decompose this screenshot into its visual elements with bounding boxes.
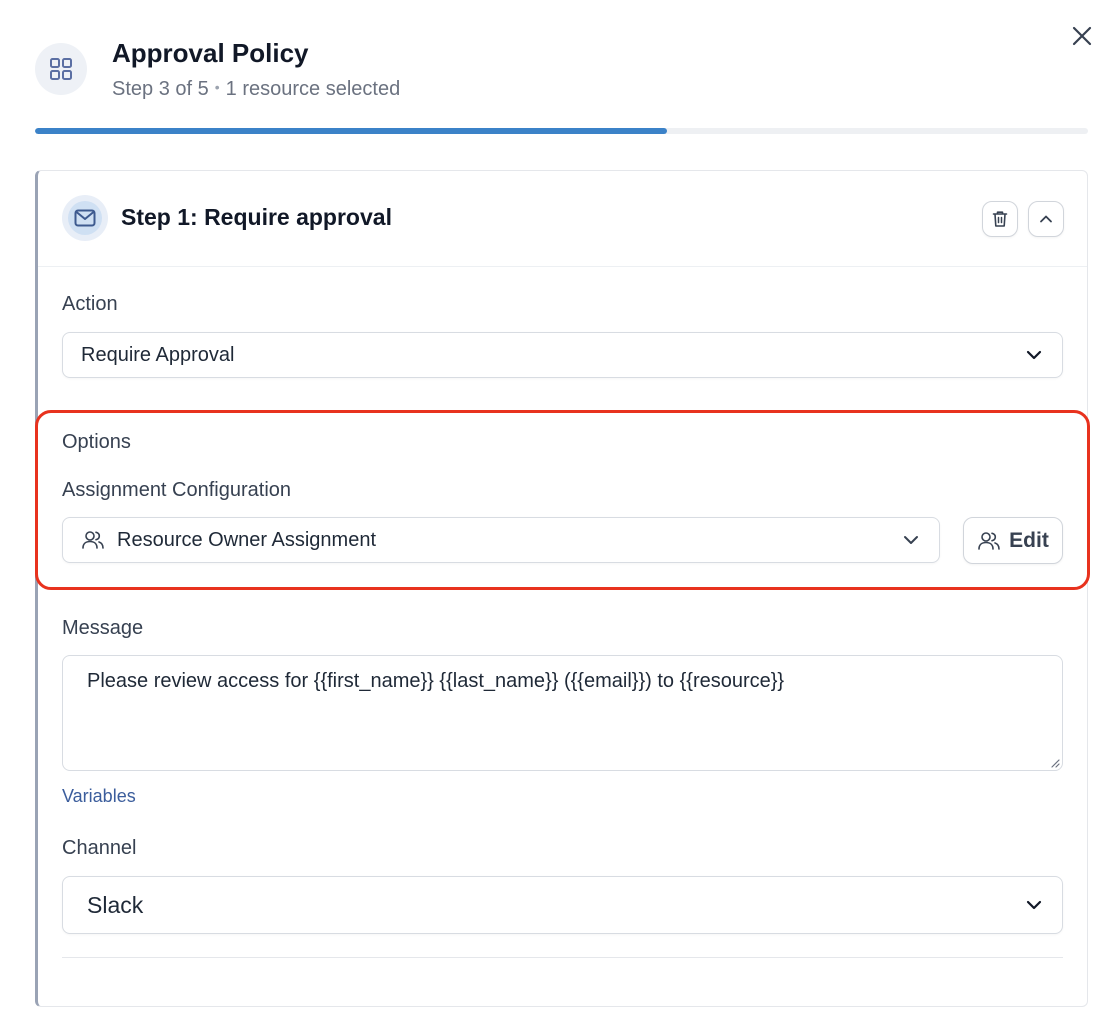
variables-link[interactable]: Variables bbox=[62, 786, 136, 807]
header-icon-container bbox=[35, 43, 87, 95]
edit-assignment-button[interactable]: Edit bbox=[963, 517, 1063, 564]
assignment-configuration-label: Assignment Configuration bbox=[62, 479, 292, 501]
mail-icon bbox=[74, 209, 96, 227]
step-icon-inner bbox=[68, 201, 102, 235]
chevron-down-icon bbox=[903, 535, 919, 545]
options-label: Options bbox=[62, 431, 131, 453]
action-select[interactable]: Require Approval bbox=[62, 332, 1063, 378]
step-icon-container bbox=[62, 195, 108, 241]
chevron-up-icon bbox=[1040, 215, 1052, 223]
page-title: Approval Policy bbox=[112, 38, 309, 68]
grid-icon bbox=[50, 58, 72, 80]
chevron-down-icon bbox=[1026, 900, 1042, 910]
resize-handle-icon[interactable] bbox=[1048, 756, 1060, 768]
delete-step-button[interactable] bbox=[982, 201, 1018, 237]
users-icon bbox=[978, 531, 1000, 550]
step-progress-text: Step 3 of 5 bbox=[112, 78, 209, 100]
channel-label: Channel bbox=[62, 837, 137, 859]
approval-policy-modal: Approval Policy Step 3 of 5 • 1 resource s… bbox=[0, 0, 1120, 1032]
close-button[interactable] bbox=[1066, 20, 1098, 52]
channel-select[interactable]: Slack bbox=[62, 876, 1063, 934]
step-card-header: Step 1: Require approval bbox=[38, 171, 1087, 267]
progress-bar-fill bbox=[35, 128, 667, 134]
message-label: Message bbox=[62, 617, 144, 639]
trash-icon bbox=[992, 211, 1008, 227]
action-select-value: Require Approval bbox=[81, 343, 235, 366]
message-text: Please review access for {{first_name}} … bbox=[87, 670, 785, 692]
action-label: Action bbox=[62, 293, 118, 315]
chevron-down-icon bbox=[1026, 350, 1042, 360]
edit-button-label: Edit bbox=[1009, 528, 1049, 552]
section-divider bbox=[62, 957, 1063, 958]
message-textarea[interactable]: Please review access for {{first_name}} … bbox=[62, 655, 1063, 771]
channel-select-value: Slack bbox=[87, 891, 144, 918]
page-subtitle: Step 3 of 5 • 1 resource selected bbox=[112, 78, 400, 101]
users-icon bbox=[81, 529, 105, 551]
step-title: Step 1: Require approval bbox=[121, 204, 392, 230]
resource-count-text: 1 resource selected bbox=[225, 78, 401, 100]
subtitle-separator: • bbox=[214, 79, 220, 95]
progress-bar bbox=[35, 128, 1088, 134]
assignment-configuration-value: Resource Owner Assignment bbox=[117, 528, 377, 551]
collapse-step-button[interactable] bbox=[1028, 201, 1064, 237]
assignment-configuration-select[interactable]: Resource Owner Assignment bbox=[62, 517, 940, 563]
close-icon bbox=[1072, 26, 1092, 46]
